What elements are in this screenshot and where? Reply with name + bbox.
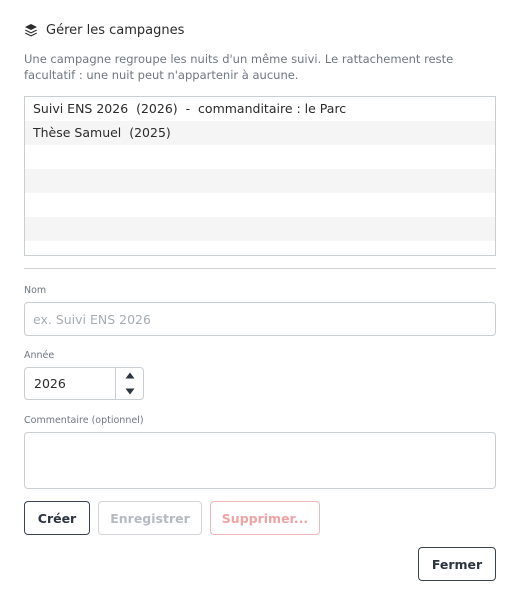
empty-list-row <box>25 145 495 169</box>
caret-up-icon <box>125 372 134 379</box>
decrement-button[interactable] <box>116 384 143 400</box>
list-item[interactable]: Suivi ENS 2026 (2026) - commanditaire : … <box>25 97 495 121</box>
spin-arrows <box>115 368 143 399</box>
delete-button[interactable]: Supprimer... <box>210 501 320 535</box>
save-button[interactable]: Enregistrer <box>98 501 202 535</box>
annee-value[interactable]: 2026 <box>25 368 115 399</box>
dialog-header: Gérer les campagnes <box>24 20 184 40</box>
description-text: Une campagne regroupe les nuits d'un mêm… <box>24 52 454 82</box>
create-button[interactable]: Créer <box>24 501 90 535</box>
empty-list-row <box>25 241 495 255</box>
layers-icon <box>24 23 38 37</box>
commentaire-label: Commentaire (optionnel) <box>24 415 144 426</box>
empty-list-row <box>25 193 495 217</box>
campaign-list[interactable]: Suivi ENS 2026 (2026) - commanditaire : … <box>24 96 496 256</box>
nom-input[interactable] <box>24 302 496 336</box>
empty-list-row <box>25 169 495 193</box>
divider <box>24 268 496 269</box>
increment-button[interactable] <box>116 368 143 384</box>
caret-down-icon <box>125 388 134 395</box>
annee-spinbox[interactable]: 2026 <box>24 367 144 400</box>
nom-label: Nom <box>24 285 47 296</box>
annee-label: Année <box>24 350 55 361</box>
list-item[interactable]: Thèse Samuel (2025) <box>25 121 495 145</box>
empty-list-row <box>25 217 495 241</box>
dialog-title: Gérer les campagnes <box>46 22 185 38</box>
close-button[interactable]: Fermer <box>418 547 496 581</box>
commentaire-textarea[interactable] <box>24 432 496 489</box>
